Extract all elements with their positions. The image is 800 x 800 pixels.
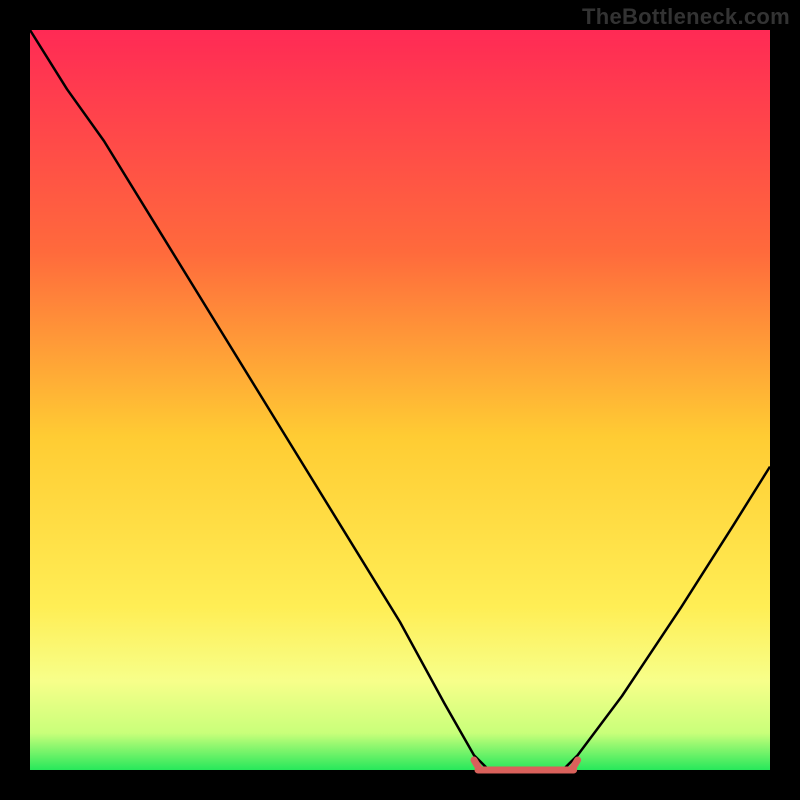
watermark-text: TheBottleneck.com bbox=[582, 4, 790, 30]
chart-container: { "watermark": "TheBottleneck.com", "cha… bbox=[0, 0, 800, 800]
plot-background bbox=[30, 30, 770, 770]
bottleneck-chart bbox=[0, 0, 800, 800]
